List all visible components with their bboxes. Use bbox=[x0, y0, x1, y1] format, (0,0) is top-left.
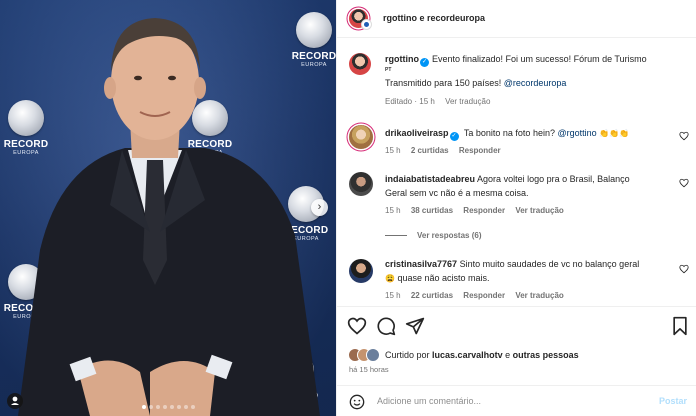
caption-mention[interactable]: @recordeuropa bbox=[504, 78, 567, 88]
comment-meta: 15 h 22 curtidas Responder Ver tradução bbox=[385, 291, 564, 300]
heart-icon[interactable] bbox=[679, 264, 689, 274]
comment-age: 15 h bbox=[385, 291, 401, 300]
comment-text: Agora voltei logo pra o Brasil, Balanço bbox=[477, 174, 630, 184]
comment-likes[interactable]: 38 curtidas bbox=[411, 206, 453, 215]
edited-label: Editado bbox=[385, 97, 413, 106]
tagged-user-button[interactable] bbox=[7, 393, 23, 409]
caption-text-2: Transmitido para 150 países! bbox=[385, 78, 502, 88]
comment-3-line-2: 😩 quase não acisto mais. bbox=[385, 271, 490, 286]
caption: rgottino ✓ Evento finalizado! Foi um suces… bbox=[385, 52, 690, 67]
liked-by-others[interactable]: outras pessoas bbox=[513, 350, 579, 360]
carousel-dot bbox=[142, 405, 146, 409]
avatar-secondary[interactable] bbox=[361, 19, 372, 30]
caption-age: 15 h bbox=[419, 97, 435, 106]
carousel-dot bbox=[170, 405, 174, 409]
comment-input[interactable]: Adicione um comentário... bbox=[377, 396, 481, 406]
post-time[interactable]: há 15 horas bbox=[349, 365, 389, 374]
caption-username[interactable]: rgottino bbox=[385, 54, 419, 64]
liked-by-user[interactable]: lucas.carvalhotv bbox=[432, 350, 503, 360]
view-replies-button[interactable]: Ver respostas (6) bbox=[385, 231, 481, 240]
comment-age: 15 h bbox=[385, 146, 401, 155]
caption-line-2: Transmitido para 150 países! @recordeuro… bbox=[385, 76, 566, 90]
carousel-indicator bbox=[142, 405, 195, 409]
reply-button[interactable]: Responder bbox=[463, 291, 505, 300]
liked-by-prefix: Curtido por bbox=[385, 350, 430, 360]
post-header-title[interactable]: rgottino e recordeuropa bbox=[383, 13, 485, 23]
comment-3: cristinasilva7767 Sinto muito saudades d… bbox=[385, 257, 685, 271]
avatar[interactable] bbox=[349, 172, 373, 196]
see-translation-link[interactable]: Ver tradução bbox=[515, 206, 563, 215]
comment-mention[interactable]: @rgottino bbox=[557, 128, 596, 138]
comment-text: Ta bonito na foto hein? bbox=[463, 128, 555, 138]
liked-by: Curtido por lucas.carvalhotv e outras pe… bbox=[348, 347, 579, 363]
reply-button[interactable]: Responder bbox=[463, 206, 505, 215]
flag-pt: PT bbox=[385, 67, 392, 73]
comment-text-2: Geral sem vc não é a mesma coisa. bbox=[385, 188, 529, 198]
avatar[interactable] bbox=[349, 125, 373, 149]
post-button[interactable]: Postar bbox=[659, 396, 687, 406]
post-actions: Curtido por lucas.carvalhotv e outras pe… bbox=[337, 306, 696, 416]
user-icon bbox=[11, 396, 19, 405]
comment-2: indaiabatistadeabreu Agora voltei logo p… bbox=[385, 172, 685, 186]
comment-username[interactable]: cristinasilva7767 bbox=[385, 259, 457, 269]
comment-input-bar: Adicione um comentário... Postar bbox=[337, 385, 696, 416]
comment-likes[interactable]: 2 curtidas bbox=[411, 146, 449, 155]
comment-age: 15 h bbox=[385, 206, 401, 215]
carousel-dot bbox=[191, 405, 195, 409]
comment-text-2: quase não acisto mais. bbox=[397, 273, 490, 283]
carousel-dot bbox=[149, 405, 153, 409]
carousel-dot bbox=[156, 405, 160, 409]
see-translation-link[interactable]: Ver tradução bbox=[445, 97, 490, 106]
liker-avatar[interactable] bbox=[366, 348, 380, 362]
carousel-dot bbox=[177, 405, 181, 409]
comment-meta: 15 h 2 curtidas Responder bbox=[385, 146, 501, 155]
post-photo[interactable]: RECORDEUROPA RECORDEUROPA RECORDEUROPA R… bbox=[0, 0, 336, 416]
comment-meta: 15 h 38 curtidas Responder Ver tradução bbox=[385, 206, 564, 215]
view-replies-label[interactable]: Ver respostas (6) bbox=[417, 231, 481, 240]
carousel-dot bbox=[184, 405, 188, 409]
verified-badge-icon: ✓ bbox=[449, 132, 459, 141]
heart-icon[interactable] bbox=[347, 316, 367, 336]
see-translation-link[interactable]: Ver tradução bbox=[515, 291, 563, 300]
liked-by-text: Curtido por lucas.carvalhotv e outras pe… bbox=[385, 350, 579, 360]
comment-icon[interactable] bbox=[376, 316, 396, 336]
avatar[interactable] bbox=[349, 53, 371, 75]
comment-likes[interactable]: 22 curtidas bbox=[411, 291, 453, 300]
verified-badge-icon: ✓ bbox=[420, 58, 429, 67]
smiley-icon[interactable] bbox=[349, 394, 365, 410]
comment-text: Sinto muito saudades de vc no balanço ge… bbox=[459, 259, 640, 269]
comment-username[interactable]: indaiabatistadeabreu bbox=[385, 174, 475, 184]
liked-by-joiner: e bbox=[505, 350, 511, 360]
reply-button[interactable]: Responder bbox=[459, 146, 501, 155]
carousel-dot bbox=[163, 405, 167, 409]
carousel-next-button[interactable]: › bbox=[311, 199, 328, 216]
clap-emoji: 👏👏👏 bbox=[599, 129, 630, 138]
avatar[interactable] bbox=[349, 259, 373, 283]
comment-username[interactable]: drikaoliveirasp bbox=[385, 128, 449, 138]
share-icon[interactable] bbox=[405, 316, 425, 336]
post-details-panel: rgottino e recordeuropa rgottino ✓ Evento … bbox=[336, 0, 696, 416]
heart-icon[interactable] bbox=[679, 178, 689, 188]
post-header: rgottino e recordeuropa bbox=[337, 0, 696, 38]
heart-icon[interactable] bbox=[679, 131, 689, 141]
comment-1: drikaoliveirasp ✓ Ta bonito na foto hein?… bbox=[385, 126, 685, 141]
replies-divider bbox=[385, 235, 407, 236]
caption-text: Evento finalizado! Foi um sucesso! Fórum… bbox=[432, 54, 647, 64]
caption-meta: Editado · 15 h Ver tradução bbox=[385, 97, 491, 106]
sad-emoji: 😩 bbox=[385, 274, 395, 283]
save-icon[interactable] bbox=[670, 316, 690, 336]
man-in-suit-image bbox=[18, 18, 320, 416]
